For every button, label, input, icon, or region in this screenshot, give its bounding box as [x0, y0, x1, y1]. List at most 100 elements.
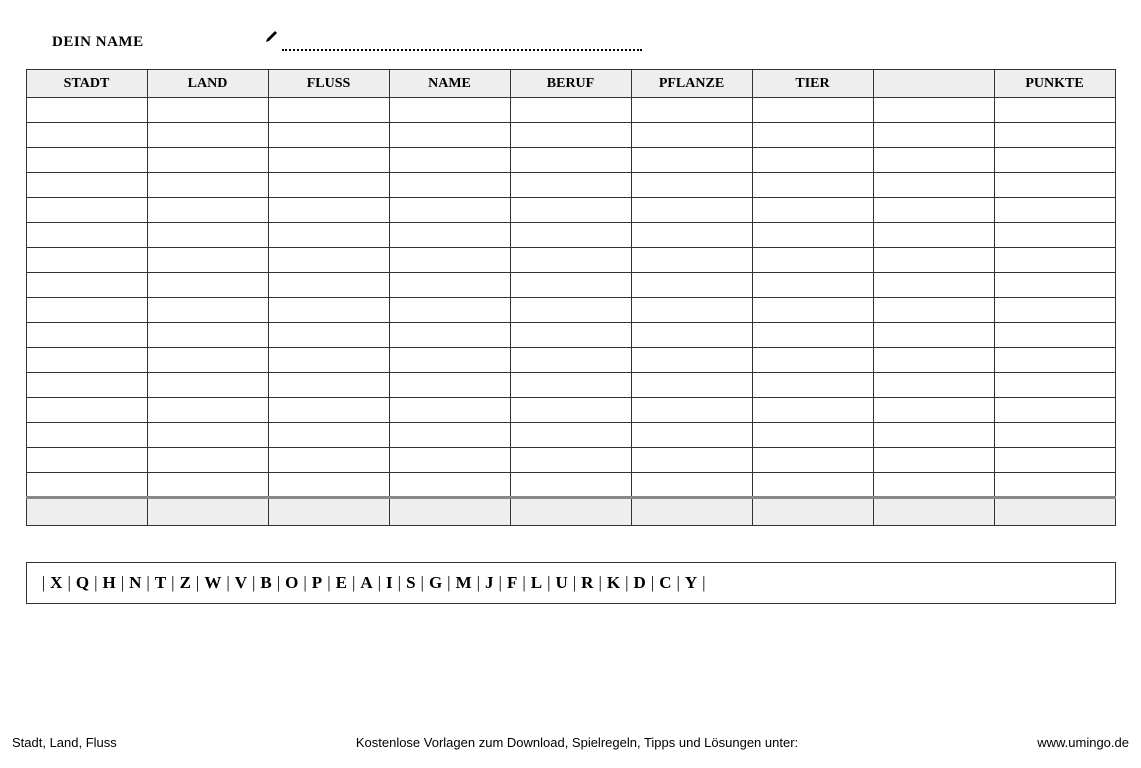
table-cell[interactable]: [510, 148, 631, 173]
table-cell[interactable]: [26, 248, 147, 273]
table-cell[interactable]: [147, 273, 268, 298]
table-cell[interactable]: [752, 123, 873, 148]
table-cell[interactable]: [873, 473, 994, 498]
table-cell[interactable]: [873, 123, 994, 148]
table-cell[interactable]: [147, 148, 268, 173]
table-cell[interactable]: [752, 423, 873, 448]
table-cell[interactable]: [389, 373, 510, 398]
table-cell[interactable]: [752, 273, 873, 298]
table-cell[interactable]: [994, 248, 1115, 273]
table-cell[interactable]: [631, 298, 752, 323]
table-cell[interactable]: [631, 323, 752, 348]
table-cell[interactable]: [752, 173, 873, 198]
table-cell[interactable]: [873, 198, 994, 223]
table-cell[interactable]: [631, 398, 752, 423]
table-cell[interactable]: [510, 173, 631, 198]
table-cell[interactable]: [631, 248, 752, 273]
table-cell[interactable]: [994, 198, 1115, 223]
table-cell[interactable]: [631, 348, 752, 373]
table-cell[interactable]: [389, 98, 510, 123]
table-cell[interactable]: [510, 298, 631, 323]
table-cell[interactable]: [26, 348, 147, 373]
table-cell[interactable]: [147, 173, 268, 198]
table-cell[interactable]: [510, 473, 631, 498]
table-cell[interactable]: [510, 223, 631, 248]
table-cell[interactable]: [268, 373, 389, 398]
table-cell[interactable]: [26, 448, 147, 473]
table-cell[interactable]: [26, 173, 147, 198]
table-cell[interactable]: [26, 223, 147, 248]
table-cell[interactable]: [631, 448, 752, 473]
table-cell[interactable]: [994, 173, 1115, 198]
table-cell[interactable]: [631, 273, 752, 298]
table-cell[interactable]: [268, 223, 389, 248]
table-cell[interactable]: [389, 298, 510, 323]
table-cell[interactable]: [873, 373, 994, 398]
table-cell[interactable]: [510, 273, 631, 298]
table-cell[interactable]: [752, 298, 873, 323]
table-cell[interactable]: [752, 373, 873, 398]
table-cell[interactable]: [147, 473, 268, 498]
table-cell[interactable]: [994, 423, 1115, 448]
table-cell[interactable]: [389, 323, 510, 348]
table-cell[interactable]: [994, 473, 1115, 498]
table-cell[interactable]: [873, 323, 994, 348]
table-cell[interactable]: [389, 173, 510, 198]
table-cell[interactable]: [147, 198, 268, 223]
table-cell[interactable]: [994, 98, 1115, 123]
table-cell[interactable]: [994, 348, 1115, 373]
table-cell[interactable]: [26, 473, 147, 498]
table-cell[interactable]: [26, 123, 147, 148]
table-cell[interactable]: [994, 273, 1115, 298]
table-cell[interactable]: [26, 323, 147, 348]
table-cell[interactable]: [994, 223, 1115, 248]
table-cell[interactable]: [994, 448, 1115, 473]
table-cell[interactable]: [268, 248, 389, 273]
table-cell[interactable]: [389, 273, 510, 298]
table-cell[interactable]: [994, 123, 1115, 148]
table-cell[interactable]: [752, 248, 873, 273]
table-cell[interactable]: [268, 173, 389, 198]
table-cell[interactable]: [147, 348, 268, 373]
table-cell[interactable]: [873, 273, 994, 298]
table-cell[interactable]: [147, 448, 268, 473]
table-cell[interactable]: [389, 248, 510, 273]
table-cell[interactable]: [510, 198, 631, 223]
table-cell[interactable]: [873, 148, 994, 173]
table-cell[interactable]: [752, 448, 873, 473]
table-cell[interactable]: [994, 323, 1115, 348]
table-cell[interactable]: [147, 323, 268, 348]
table-cell[interactable]: [994, 373, 1115, 398]
table-cell[interactable]: [389, 348, 510, 373]
table-cell[interactable]: [268, 473, 389, 498]
table-cell[interactable]: [873, 298, 994, 323]
table-cell[interactable]: [510, 448, 631, 473]
table-cell[interactable]: [389, 148, 510, 173]
table-cell[interactable]: [631, 198, 752, 223]
table-cell[interactable]: [752, 148, 873, 173]
table-cell[interactable]: [26, 298, 147, 323]
table-cell[interactable]: [389, 448, 510, 473]
table-cell[interactable]: [752, 473, 873, 498]
table-cell[interactable]: [873, 348, 994, 373]
table-cell[interactable]: [26, 98, 147, 123]
table-cell[interactable]: [268, 448, 389, 473]
table-cell[interactable]: [147, 423, 268, 448]
table-cell[interactable]: [510, 398, 631, 423]
table-cell[interactable]: [631, 223, 752, 248]
table-cell[interactable]: [631, 123, 752, 148]
table-cell[interactable]: [389, 198, 510, 223]
table-cell[interactable]: [389, 223, 510, 248]
table-cell[interactable]: [268, 298, 389, 323]
table-cell[interactable]: [268, 423, 389, 448]
table-cell[interactable]: [752, 323, 873, 348]
table-cell[interactable]: [268, 198, 389, 223]
table-cell[interactable]: [147, 248, 268, 273]
table-cell[interactable]: [752, 398, 873, 423]
table-cell[interactable]: [147, 398, 268, 423]
table-cell[interactable]: [268, 148, 389, 173]
table-cell[interactable]: [147, 298, 268, 323]
table-cell[interactable]: [510, 373, 631, 398]
table-cell[interactable]: [389, 123, 510, 148]
table-cell[interactable]: [873, 248, 994, 273]
